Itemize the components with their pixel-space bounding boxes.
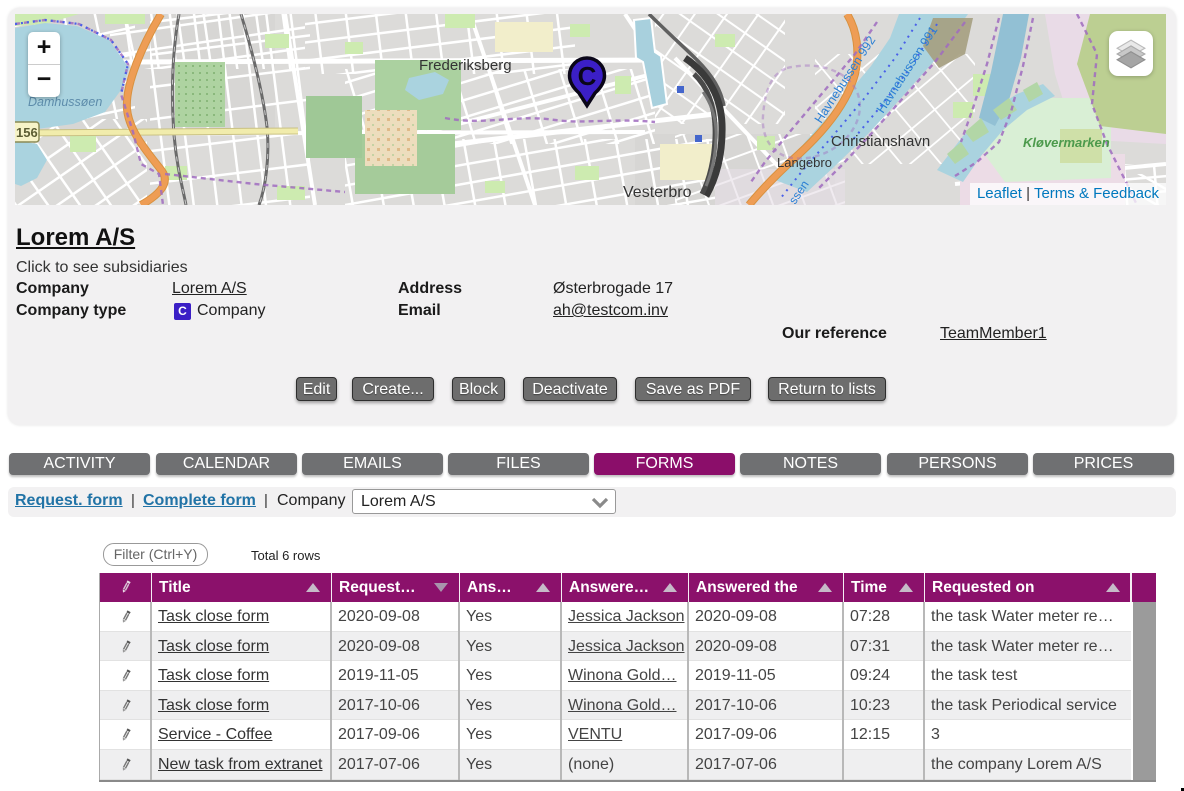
svg-text:C: C <box>578 61 597 91</box>
svg-text:Kløvermarken: Kløvermarken <box>1023 135 1110 150</box>
svg-text:Langebro: Langebro <box>777 155 832 170</box>
svg-text:156: 156 <box>16 125 38 140</box>
svg-text:Vesterbro: Vesterbro <box>623 184 692 201</box>
svg-text:Christianshavn: Christianshavn <box>831 133 930 150</box>
svg-text:Frederiksberg: Frederiksberg <box>419 57 512 74</box>
svg-text:Damhussøen: Damhussøen <box>28 95 102 109</box>
